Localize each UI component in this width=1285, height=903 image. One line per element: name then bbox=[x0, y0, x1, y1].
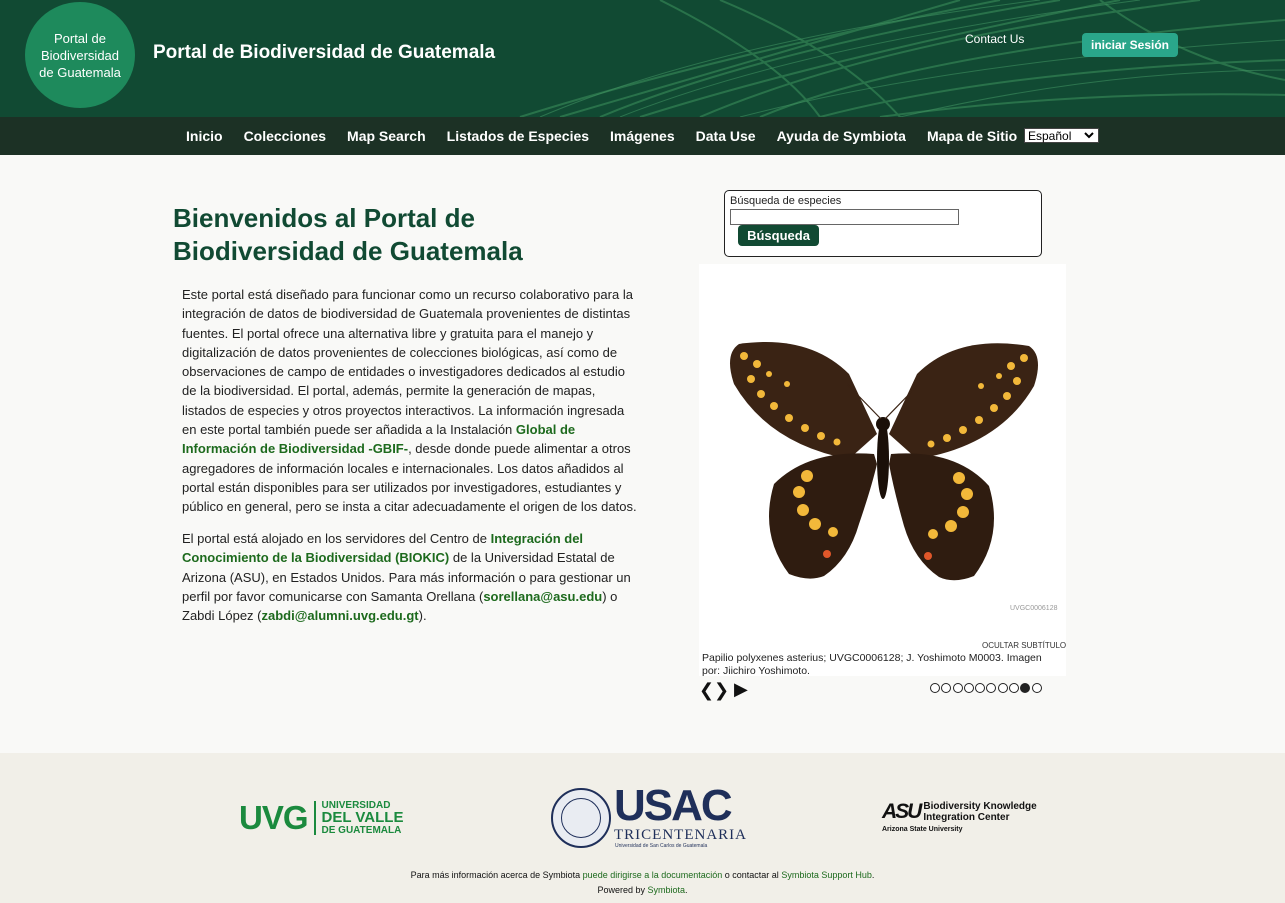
usac-logo-sub2: Universidad de San Carlos de Guatemala bbox=[615, 843, 708, 849]
intro-paragraph: Este portal está diseñado para funcionar… bbox=[182, 287, 637, 515]
slide-dot[interactable] bbox=[1031, 683, 1042, 693]
logo-line: Portal de bbox=[53, 30, 107, 46]
usac-logo-title: USAC bbox=[614, 781, 733, 830]
site-logo[interactable]: Portal de Biodiversidad de Guatemala bbox=[25, 2, 135, 108]
logo-line: Biodiversidad bbox=[40, 47, 120, 63]
language-select[interactable]: Español bbox=[1024, 128, 1099, 143]
slide-dot-active[interactable] bbox=[1020, 683, 1031, 693]
hosting-paragraph: El portal está alojado en los servidores… bbox=[182, 531, 631, 624]
nav-item-data-use[interactable]: Data Use bbox=[696, 128, 756, 144]
usac-seal-icon[interactable] bbox=[551, 788, 611, 848]
caption-link[interactable]: Papilio polyxenes asterius; UVGC0006128;… bbox=[702, 652, 1001, 664]
slide-dot[interactable] bbox=[986, 683, 997, 693]
slide-dot[interactable] bbox=[963, 683, 974, 693]
site-header: Portal de Biodiversidad de Guatemala Por… bbox=[0, 0, 1285, 117]
powered-by-line: Powered by Symbiota. bbox=[597, 885, 688, 895]
site-title: Portal de Biodiversidad de Guatemala bbox=[153, 42, 496, 63]
hide-caption-button[interactable]: OCULTAR SUBTÍTULO bbox=[982, 641, 1066, 650]
species-search-box: Búsqueda de especies Búsqueda bbox=[724, 190, 1042, 257]
catalog-number: UVGC0006128 bbox=[1010, 605, 1058, 612]
search-button[interactable]: Búsqueda bbox=[738, 225, 819, 246]
next-slide-icon[interactable]: ❯ bbox=[714, 680, 729, 701]
nav-item-ayuda[interactable]: Ayuda de Symbiota bbox=[777, 128, 906, 144]
slide-dots bbox=[930, 683, 1043, 693]
documentation-link[interactable]: puede dirigirse a la documentación bbox=[583, 870, 723, 880]
slide-dot[interactable] bbox=[941, 683, 952, 693]
login-button[interactable]: iniciar Sesión bbox=[1082, 33, 1178, 57]
slide-dot[interactable] bbox=[975, 683, 986, 693]
email-link-sorellana[interactable]: sorellana@asu.edu bbox=[483, 589, 602, 604]
email-link-zabdi[interactable]: zabdi@alumni.uvg.edu.gt bbox=[262, 608, 419, 623]
support-hub-link[interactable]: Symbiota Support Hub bbox=[781, 870, 872, 880]
usac-logo-sub: TRICENTENARIA bbox=[614, 827, 747, 843]
nav-item-listados[interactable]: Listados de Especies bbox=[447, 128, 589, 144]
symbiota-link[interactable]: Symbiota bbox=[647, 885, 685, 895]
logo-line: de Guatemala bbox=[39, 64, 121, 80]
contact-us-link[interactable]: Contact Us bbox=[965, 32, 1024, 46]
slide-dot[interactable] bbox=[930, 683, 940, 693]
nav-item-mapa-sitio[interactable]: Mapa de Sitio bbox=[927, 128, 1017, 144]
chevron-down-icon bbox=[1083, 129, 1095, 144]
uvg-logo[interactable]: UVG UNIVERSIDAD DEL VALLE DE GUATEMALA bbox=[239, 799, 403, 837]
butterfly-image bbox=[730, 342, 1038, 581]
nav-item-imagenes[interactable]: Imágenes bbox=[610, 128, 675, 144]
search-label: Búsqueda de especies bbox=[730, 195, 842, 207]
slide-dot[interactable] bbox=[1009, 683, 1020, 693]
species-search-input[interactable] bbox=[730, 209, 959, 225]
nav-item-map-search[interactable]: Map Search bbox=[347, 128, 426, 144]
welcome-heading: Bienvenidos al Portal de Biodiversidad d… bbox=[173, 203, 523, 266]
footer-info-line: Para más información acerca de Symbiota … bbox=[410, 870, 875, 880]
nav-item-colecciones[interactable]: Colecciones bbox=[244, 128, 326, 144]
slide-caption: Papilio polyxenes asterius; UVGC0006128;… bbox=[702, 652, 1042, 677]
slide-dot[interactable] bbox=[952, 683, 963, 693]
slideshow-image bbox=[699, 264, 1066, 676]
play-icon[interactable]: ▶ bbox=[734, 679, 748, 700]
slide-dot[interactable] bbox=[997, 683, 1008, 693]
asu-biokic-logo[interactable]: ASU Biodiversity Knowledge Integration C… bbox=[882, 801, 1037, 823]
asu-university-name: Arizona State University bbox=[882, 826, 963, 833]
prev-slide-icon[interactable]: ❮ bbox=[699, 680, 714, 701]
language-value: Español bbox=[1028, 128, 1072, 143]
nav-item-inicio[interactable]: Inicio bbox=[186, 128, 223, 144]
